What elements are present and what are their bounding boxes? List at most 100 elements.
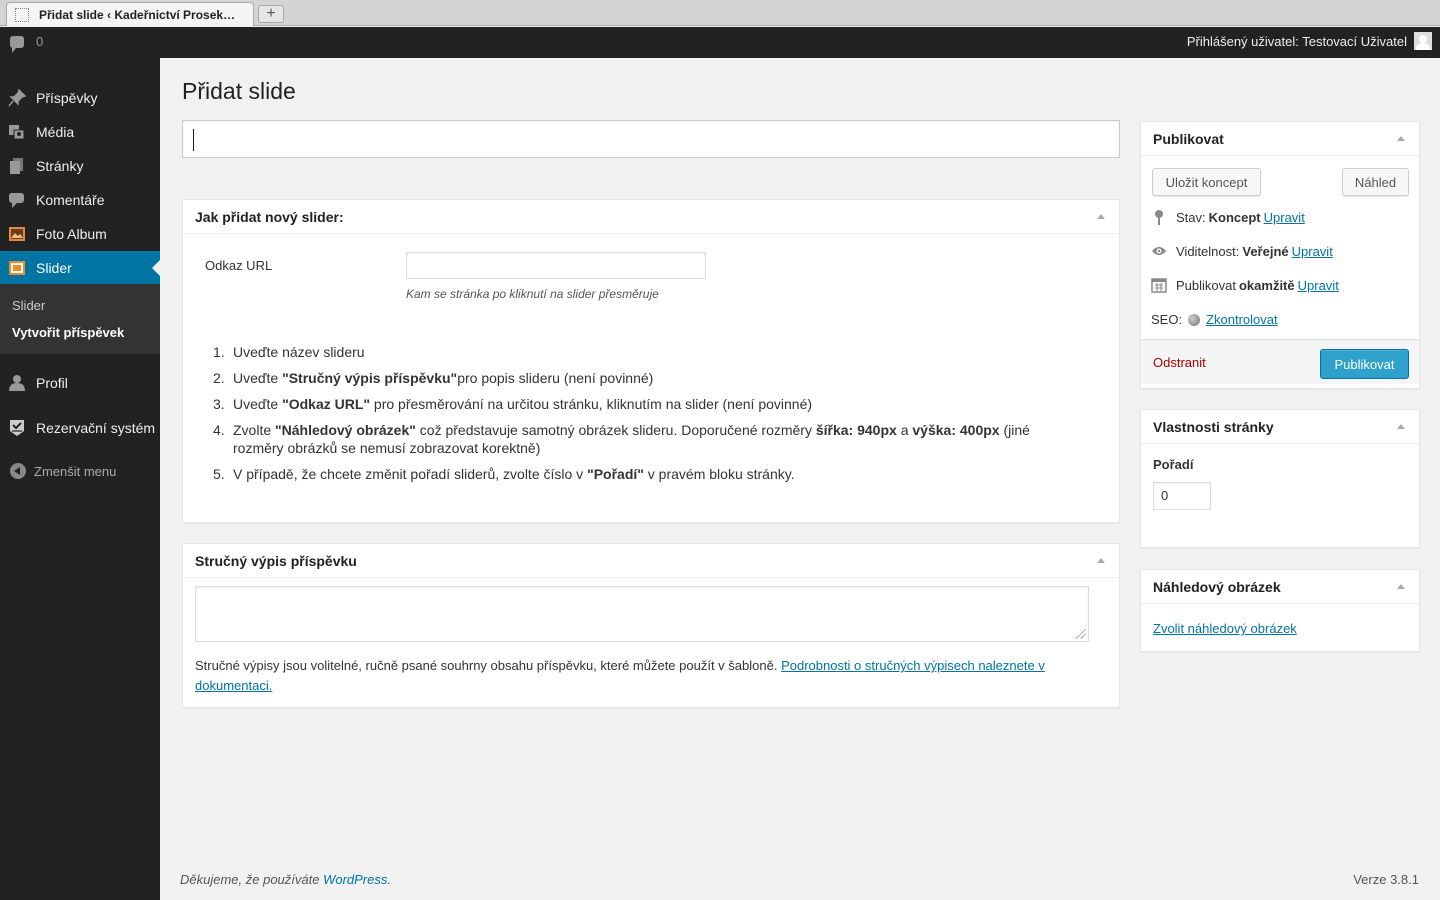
admin-sidebar: Příspěvky Média Stránky Komentáře Foto A… [0, 58, 160, 900]
comment-bubble-icon [10, 35, 24, 53]
page-attributes-header[interactable]: Vlastnosti stránky [1141, 410, 1419, 444]
user-account-menu[interactable]: Přihlášený uživatel: Testovací Uživatel [1187, 32, 1432, 50]
list-item: 1. Uveďte název slideru [213, 344, 365, 360]
howto-metabox-title: Jak přidat nový slider: [195, 208, 344, 225]
pin-icon [1151, 209, 1167, 225]
list-item: 3. Uveďte "Odkaz URL" pro přesměrování n… [213, 396, 813, 412]
sidebar-item-label: Média [36, 124, 75, 140]
sidebar-item-media[interactable]: Média [0, 115, 160, 149]
howto-metabox-header[interactable]: Jak přidat nový slider: [183, 200, 1119, 234]
pages-icon [8, 157, 26, 175]
status-value: Koncept [1208, 209, 1261, 225]
preview-button[interactable]: Náhled [1342, 168, 1409, 196]
calendar-icon [1151, 277, 1167, 293]
list-item: 2. Uveďte "Stručný výpis příspěvku"pro p… [213, 370, 654, 386]
publish-button[interactable]: Publikovat [1320, 349, 1409, 379]
sidebar-item-profile[interactable]: Profil [0, 366, 160, 400]
sidebar-item-pages[interactable]: Stránky [0, 149, 160, 183]
wordpress-link[interactable]: WordPress [323, 872, 387, 887]
user-greeting: Přihlášený uživatel: Testovací Uživatel [1186, 33, 1407, 49]
admin-bar: 0 Přihlášený uživatel: Testovací Uživate… [0, 27, 1440, 58]
submenu-item-create-post[interactable]: Vytvořit příspěvek [12, 325, 124, 340]
sidebar-item-label: Slider [36, 260, 72, 276]
save-draft-button[interactable]: Uložit koncept [1152, 168, 1261, 196]
comments-counter[interactable]: 0 [10, 34, 44, 53]
visibility-value: Veřejné [1242, 243, 1289, 259]
resize-grip-icon[interactable] [1076, 629, 1086, 639]
schedule-row: Publikovat okamžitě Upravit [1151, 277, 1339, 293]
collapse-toggle-icon[interactable] [1397, 424, 1405, 429]
howto-metabox: Jak přidat nový slider: Odkaz URL Kam se… [182, 199, 1120, 523]
sidebar-item-comments[interactable]: Komentáře [0, 183, 160, 217]
edit-status-link[interactable]: Upravit [1264, 210, 1305, 225]
featured-image-title: Náhledový obrázek [1153, 578, 1281, 595]
order-label: Pořadí [1153, 457, 1194, 472]
user-icon [8, 374, 26, 392]
footer-version: Verze 3.8.1 [1353, 872, 1419, 887]
comment-icon [8, 191, 26, 209]
collapse-toggle-icon[interactable] [1097, 214, 1105, 219]
status-row: Stav: Koncept Upravit [1151, 209, 1305, 225]
photo-album-icon [8, 225, 26, 243]
excerpt-help-text: Stručné výpisy jsou volitelné, ručně psa… [195, 658, 1045, 693]
seo-row: SEO: Zkontrolovat [1151, 312, 1278, 327]
sidebar-item-photo-album[interactable]: Foto Album [0, 217, 160, 251]
excerpt-textarea[interactable] [195, 586, 1089, 642]
url-field-label: Odkaz URL [205, 258, 273, 273]
sidebar-item-label: Foto Album [36, 226, 107, 242]
seo-check-link[interactable]: Zkontrolovat [1206, 312, 1278, 327]
slider-icon [8, 259, 26, 277]
instructions-list: 1. Uveďte název slideru 2. Uveďte "Struč… [213, 343, 1073, 491]
sidebar-item-label: Rezervační systém [36, 420, 156, 436]
delete-link[interactable]: Odstranit [1153, 355, 1206, 370]
eye-icon [1151, 243, 1167, 259]
collapse-menu-button[interactable]: Zmenšit menu [10, 463, 116, 479]
sidebar-item-label: Příspěvky [36, 90, 98, 106]
favicon-icon [15, 7, 29, 22]
publish-metabox: Publikovat Uložit koncept Náhled Stav: K… [1140, 121, 1420, 389]
sidebar-item-label: Stránky [36, 158, 84, 174]
url-field-description: Kam se stránka po kliknutí na slider pře… [406, 287, 659, 301]
visibility-row: Viditelnost: Veřejné Upravit [1151, 243, 1333, 259]
page-attributes-title: Vlastnosti stránky [1153, 418, 1274, 435]
new-tab-button[interactable]: + [258, 5, 284, 23]
avatar [1414, 32, 1432, 50]
browser-tabstrip: Přidat slide ‹ Kadeřnictví Prosek… + [0, 0, 1440, 26]
excerpt-metabox-header[interactable]: Stručný výpis příspěvku [183, 544, 1119, 578]
list-item: 5. V případě, že chcete změnit pořadí sl… [213, 466, 795, 482]
footer-thanks: Děkujeme, že používáte WordPress. [180, 872, 391, 887]
schedule-value: okamžitě [1238, 277, 1295, 293]
pin-icon [8, 89, 26, 107]
text-caret [193, 129, 194, 151]
page-attributes-metabox: Vlastnosti stránky Pořadí 0 [1140, 409, 1420, 548]
sidebar-item-label: Komentáře [36, 192, 105, 208]
publish-metabox-header[interactable]: Publikovat [1141, 122, 1419, 156]
browser-tab-title: Přidat slide ‹ Kadeřnictví Prosek… [39, 7, 236, 22]
slider-submenu: Slider Vytvořit příspěvek [0, 284, 160, 354]
post-title-input[interactable] [182, 120, 1120, 158]
sidebar-item-reservation[interactable]: Rezervační systém [0, 411, 160, 445]
page-title: Přidat slide [182, 78, 296, 104]
comments-count: 0 [36, 34, 44, 49]
media-icon [8, 123, 26, 141]
browser-tab[interactable]: Přidat slide ‹ Kadeřnictví Prosek… [6, 2, 254, 26]
url-field[interactable] [406, 252, 706, 279]
collapse-toggle-icon[interactable] [1097, 558, 1105, 563]
featured-image-header[interactable]: Náhledový obrázek [1141, 570, 1419, 604]
edit-visibility-link[interactable]: Upravit [1292, 244, 1333, 259]
publish-metabox-title: Publikovat [1153, 130, 1224, 147]
submenu-item-slider[interactable]: Slider [12, 298, 45, 313]
edit-schedule-link[interactable]: Upravit [1298, 278, 1339, 293]
collapse-toggle-icon[interactable] [1397, 584, 1405, 589]
excerpt-metabox: Stručný výpis příspěvku Stručné výpisy j… [182, 543, 1120, 708]
collapse-arrow-icon [10, 463, 26, 479]
collapse-toggle-icon[interactable] [1397, 136, 1405, 141]
sidebar-item-posts[interactable]: Příspěvky [0, 81, 160, 115]
order-input[interactable]: 0 [1153, 482, 1211, 510]
excerpt-metabox-title: Stručný výpis příspěvku [195, 552, 357, 569]
reservation-icon [8, 419, 26, 437]
list-item: 4. Zvolte "Náhledový obrázek" což předst… [213, 422, 1030, 456]
set-featured-image-link[interactable]: Zvolit náhledový obrázek [1153, 621, 1297, 636]
sidebar-item-slider[interactable]: Slider [0, 251, 160, 285]
publish-actions: Odstranit Publikovat [1141, 339, 1419, 384]
